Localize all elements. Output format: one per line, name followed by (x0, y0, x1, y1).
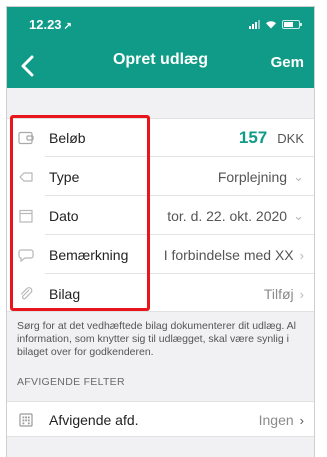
signal-icon (249, 19, 260, 29)
date-row[interactable]: Dato tor. d. 22. okt. 2020 ⌄ (7, 197, 314, 235)
amount-currency: DKK (277, 130, 304, 146)
chevron-down-icon: ⌄ (293, 169, 304, 184)
amount-value: 157 (238, 128, 268, 147)
header-bar: 12.23 ↗ Opret udlæg Gem (7, 7, 314, 88)
amount-label: Beløb (49, 130, 86, 146)
comment-icon (18, 249, 34, 262)
department-value-group: Ingen › (259, 412, 304, 428)
status-time-text: 12.23 (29, 17, 62, 32)
date-label: Dato (49, 208, 79, 224)
amount-value-group: 157 DKK (239, 128, 304, 148)
location-arrow-icon: ↗ (63, 21, 72, 32)
department-row[interactable]: Afvigende afd. Ingen › (7, 402, 314, 438)
type-value: Forplejning (217, 169, 288, 185)
wifi-icon (266, 20, 276, 28)
attachment-row[interactable]: Bilag Tilføj › (7, 275, 314, 313)
comment-row[interactable]: Bemærkning I forbindelse med XX › (7, 236, 314, 274)
info-text: Sørg for at det vedhæftede bilag dokumen… (17, 320, 296, 358)
divider (45, 234, 314, 235)
save-button[interactable]: Gem (271, 54, 304, 71)
date-value-group: tor. d. 22. okt. 2020 ⌄ (167, 208, 304, 224)
department-value: Ingen (258, 412, 294, 428)
divider (45, 156, 314, 157)
department-label: Afvigende afd. (49, 412, 139, 428)
phone-screen: 12.23 ↗ Opret udlæg Gem Beløb 157 DKK Ty… (6, 6, 315, 457)
chevron-right-icon: › (299, 286, 304, 302)
attachment-value-group: Tilføj › (264, 286, 304, 302)
chevron-right-icon: › (299, 247, 304, 263)
type-label: Type (49, 169, 80, 185)
battery-icon (282, 19, 302, 29)
comment-value-group: I forbindelse med XX › (164, 247, 304, 263)
paperclip-icon (20, 287, 33, 300)
comment-value: I forbindelse med XX (163, 247, 294, 263)
amount-row[interactable]: Beløb 157 DKK (7, 119, 314, 157)
building-icon (19, 413, 33, 427)
chevron-down-icon: ⌄ (293, 208, 304, 223)
header-spacer (7, 88, 314, 118)
status-icons (249, 19, 302, 29)
deviating-fields-card: Afvigende afd. Ingen › (7, 401, 314, 437)
type-row[interactable]: Type Forplejning ⌄ (7, 158, 314, 196)
date-value: tor. d. 22. okt. 2020 (167, 208, 288, 224)
calendar-icon (19, 209, 33, 223)
attachment-add-link[interactable]: Tilføj (264, 286, 294, 302)
page-title: Opret udlæg (112, 51, 209, 68)
divider (45, 273, 314, 274)
chevron-right-icon: › (299, 412, 304, 428)
comment-label: Bemærkning (49, 247, 129, 263)
section-title: AFVIGENDE FELTER (17, 376, 125, 388)
status-time: 12.23 ↗ (29, 17, 72, 32)
type-value-group: Forplejning ⌄ (218, 169, 304, 185)
tag-icon (19, 172, 33, 182)
expense-form: Beløb 157 DKK Type Forplejning ⌄ Dato to… (7, 118, 314, 312)
divider (45, 195, 314, 196)
attachment-label: Bilag (49, 286, 81, 302)
wallet-icon (18, 131, 34, 145)
